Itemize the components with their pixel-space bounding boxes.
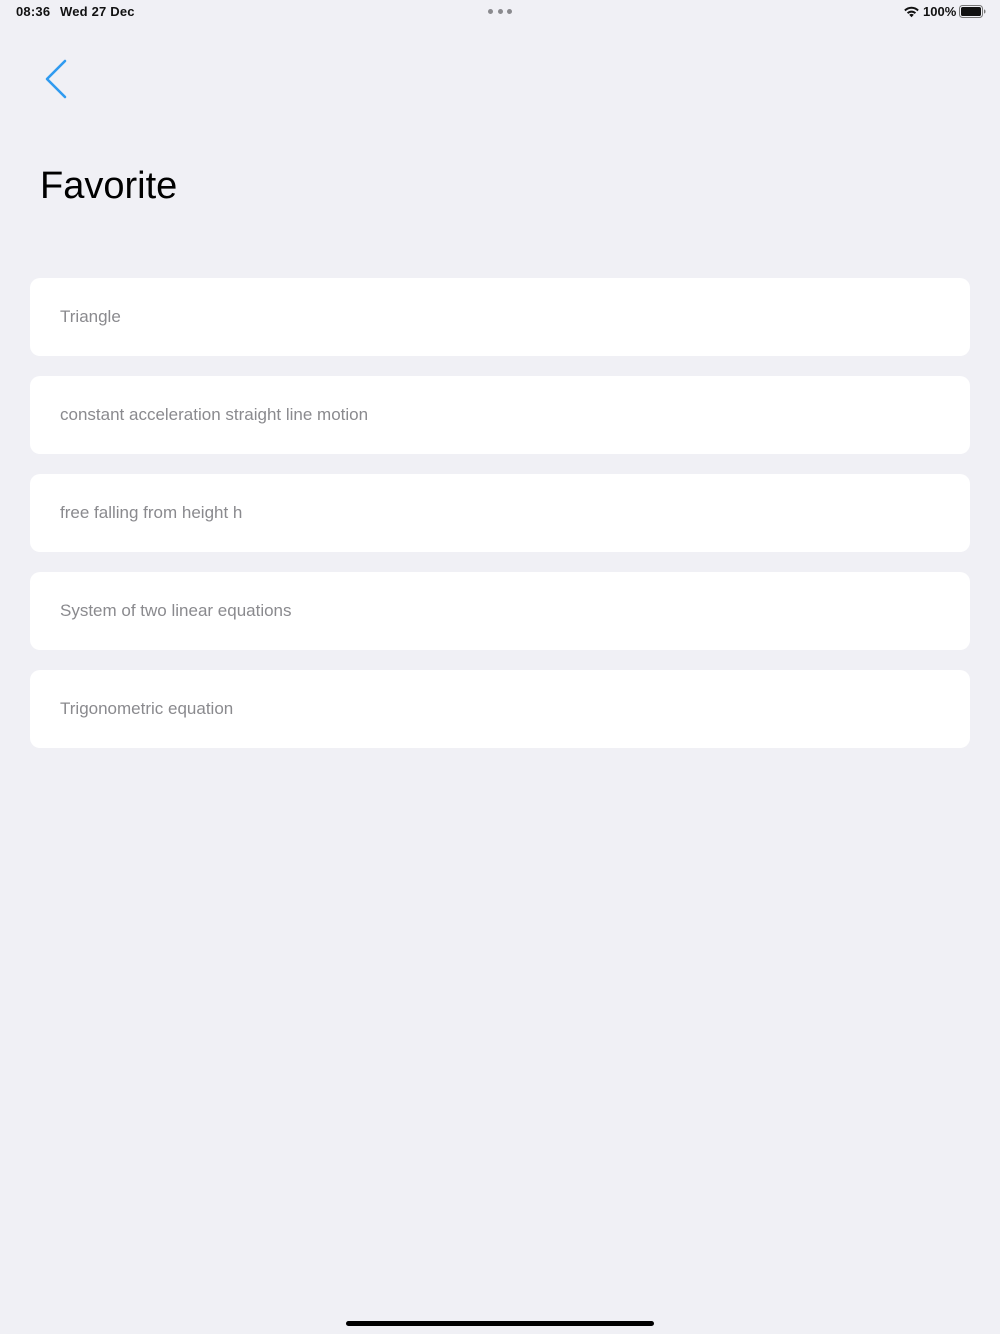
battery-percentage: 100% <box>923 4 957 19</box>
list-item[interactable]: constant acceleration straight line moti… <box>30 376 970 454</box>
back-button[interactable] <box>34 54 78 104</box>
list-item[interactable]: System of two linear equations <box>30 572 970 650</box>
status-time: 08:36 <box>16 4 51 19</box>
favorites-list: Triangle constant acceleration straight … <box>30 278 970 768</box>
list-item-label: Triangle <box>60 307 121 326</box>
list-item[interactable]: Triangle <box>30 278 970 356</box>
status-date: Wed 27 Dec <box>60 4 135 19</box>
battery-full-icon <box>959 5 986 18</box>
status-bar: 08:36 Wed 27 Dec 100% <box>0 0 1000 24</box>
list-item-label: System of two linear equations <box>60 601 292 620</box>
chevron-left-icon <box>45 59 67 99</box>
home-indicator[interactable] <box>346 1321 654 1326</box>
list-item[interactable]: Trigonometric equation <box>30 670 970 748</box>
list-item-label: constant acceleration straight line moti… <box>60 405 369 424</box>
multitasking-dots-icon[interactable] <box>488 9 512 15</box>
list-item-label: Trigonometric equation <box>60 699 234 718</box>
list-item[interactable]: free falling from height h <box>30 474 970 552</box>
list-item-label: free falling from height h <box>60 503 243 522</box>
wifi-icon <box>904 6 919 18</box>
page-title: Favorite <box>40 165 178 207</box>
